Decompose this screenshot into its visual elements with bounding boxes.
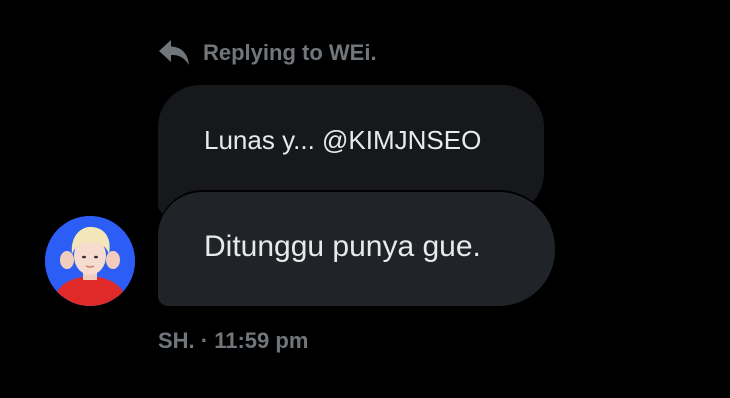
replying-to-text: Replying to WEi. <box>203 40 377 65</box>
reply-arrow-icon <box>157 36 191 70</box>
replying-to-header[interactable]: Replying to WEi. <box>157 36 377 70</box>
avatar[interactable] <box>45 216 135 306</box>
message-text: Ditunggu punya gue. <box>204 230 481 263</box>
message-meta: SH. · 11:59 pm <box>158 328 308 354</box>
sender-and-time: SH. · 11:59 pm <box>158 328 309 353</box>
avatar-image <box>45 216 135 306</box>
message-bubble[interactable]: Ditunggu punya gue. <box>158 192 555 306</box>
quoted-message-text: Lunas y... @KIMJNSEO <box>204 125 482 155</box>
